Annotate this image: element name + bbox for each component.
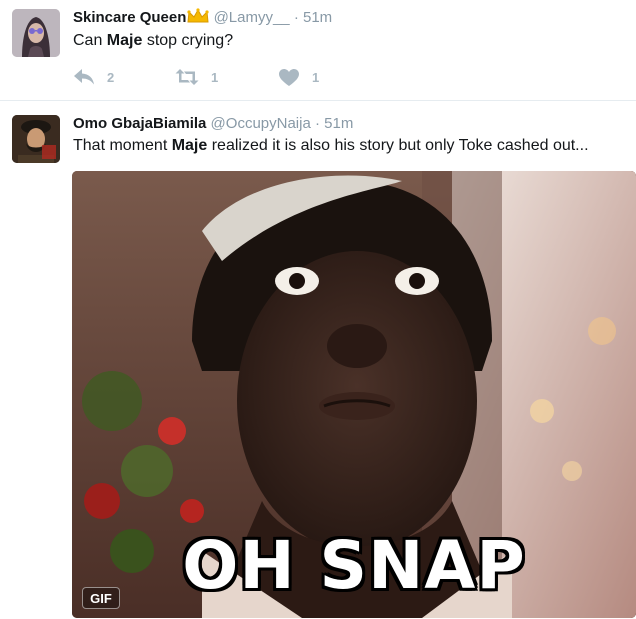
tweet-skincare-queen[interactable]: Skincare Queen @Lamyy__ · 51m Can Maje s… — [0, 0, 636, 101]
tweet-text-part: stop crying? — [142, 32, 234, 49]
retweet-icon — [175, 68, 199, 86]
display-name[interactable]: Skincare Queen — [73, 9, 186, 26]
heart-icon — [278, 68, 300, 87]
crown-icon — [187, 8, 209, 28]
tweet-header: Omo GbajaBiamila @OccupyNaija · 51m — [73, 115, 353, 132]
like-count: 1 — [312, 69, 320, 85]
username[interactable]: @Lamyy__ — [214, 9, 290, 26]
separator: · — [314, 115, 320, 132]
avatar[interactable] — [12, 9, 60, 57]
tweet-header: Skincare Queen @Lamyy__ · 51m — [73, 8, 332, 28]
gif-badge: GIF — [82, 587, 120, 609]
gif-caption: OH SNAP — [182, 527, 526, 604]
retweet-count: 1 — [211, 69, 219, 85]
username[interactable]: @OccupyNaija — [211, 115, 311, 132]
avatar[interactable] — [12, 115, 60, 163]
timestamp[interactable]: 51m — [303, 9, 332, 26]
tweet-text-part: realized it is also his story but only T… — [207, 137, 589, 154]
tweet-text: That moment Maje realized it is also his… — [73, 136, 589, 156]
retweet-button[interactable]: 1 — [175, 67, 218, 87]
reply-icon — [73, 68, 95, 86]
like-button[interactable]: 1 — [278, 67, 319, 87]
avatar-image — [12, 115, 60, 163]
tweet-text-highlight: Maje — [106, 32, 143, 49]
reply-button[interactable]: 2 — [73, 67, 114, 87]
display-name[interactable]: Omo GbajaBiamila — [73, 115, 206, 132]
separator: · — [293, 9, 299, 26]
reply-count: 2 — [107, 69, 115, 85]
timestamp[interactable]: 51m — [324, 115, 353, 132]
avatar-image — [12, 9, 60, 57]
tweet-text-part: That moment — [73, 137, 172, 154]
tweet-text-highlight: Maje — [171, 137, 208, 154]
tweet-gif-media[interactable]: OH SNAP GIF — [72, 171, 636, 618]
tweet-text-part: Can — [73, 32, 107, 49]
tweet-text: Can Maje stop crying? — [73, 31, 233, 51]
